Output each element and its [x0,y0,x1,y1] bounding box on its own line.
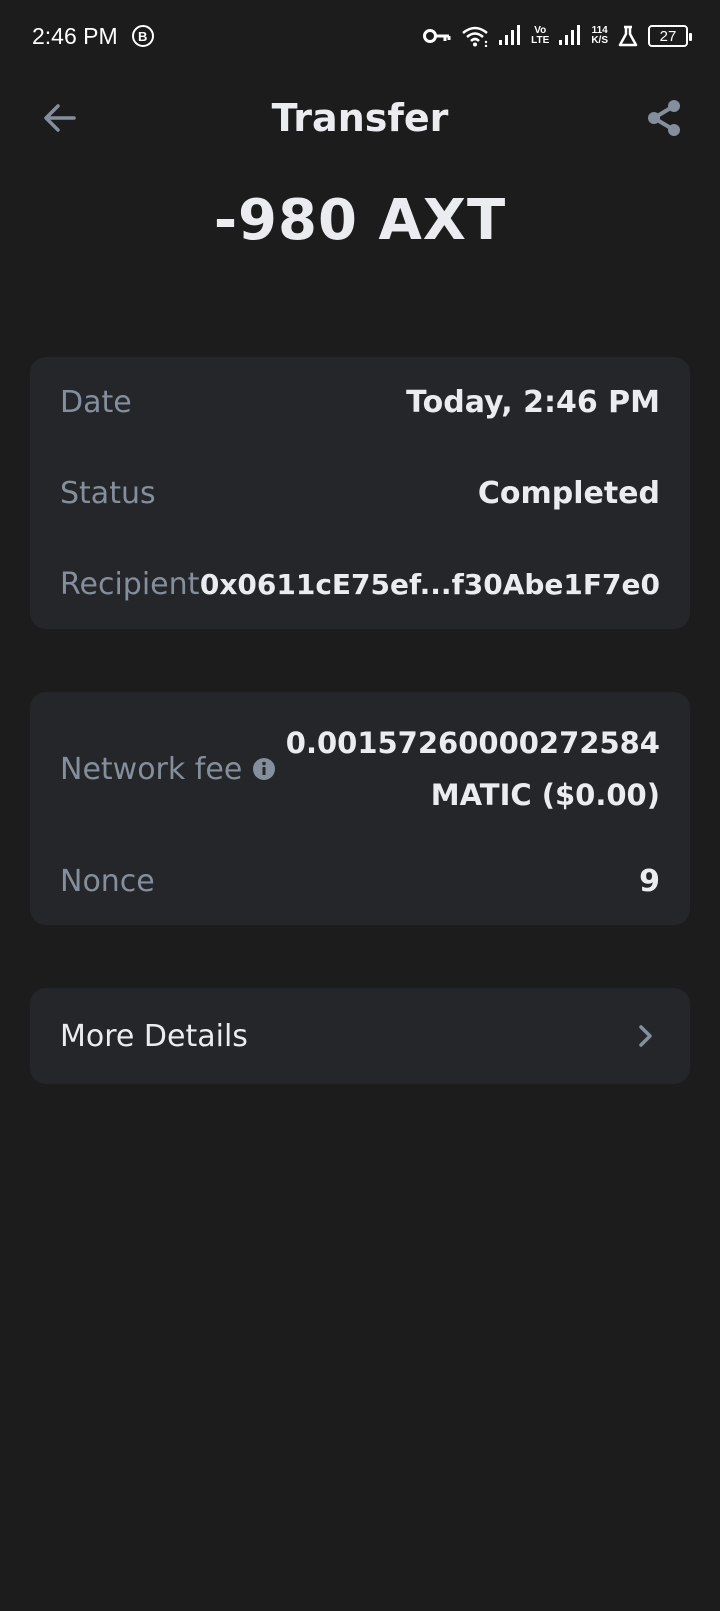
network-fee-amount: 0.00157260000272584 [285,726,660,760]
network-fee-row: Network fee 0.00157260000272584 MATIC ($… [60,692,660,838]
network-speed: 114 K/S [591,26,608,46]
arrow-left-icon [44,104,76,132]
b-notification-icon: B [131,25,154,47]
status-value: Completed [477,476,660,511]
share-button[interactable] [640,94,688,142]
signal-icon-1 [499,25,521,47]
network-fee-currency: MATIC ($0.00) [430,778,660,812]
speed-unit: K/S [591,35,608,46]
nonce-label: Nonce [60,864,155,899]
info-icon[interactable] [252,757,276,781]
date-label: Date [60,385,132,420]
share-icon [648,100,680,136]
fees-card: Network fee 0.00157260000272584 MATIC ($… [30,692,690,925]
network-fee-value: 0.00157260000272584 MATIC ($0.00) [286,717,660,821]
network-fee-label: Network fee [60,751,243,787]
signal-icon-2 [559,25,581,47]
back-button[interactable] [36,94,84,142]
lab-flask-icon [618,25,638,47]
status-time: 2:46 PM [32,22,118,49]
recipient-row: Recipient 0x0611cE75ef...f30Abe1F7e0 [60,539,660,630]
header: Transfer [0,78,720,158]
recipient-address[interactable]: 0x0611cE75ef...f30Abe1F7e0 [200,568,660,601]
vpn-key-icon [423,27,451,45]
more-details-label: More Details [60,1018,248,1054]
page-title: Transfer [271,96,449,140]
details-card: Date Today, 2:46 PM Status Completed Rec… [30,357,690,629]
status-bar-left: 2:46 PM B [32,23,154,50]
transfer-amount: -980 AXT [213,188,507,253]
volte-bottom: LTE [531,35,550,46]
network-fee-label-group: Network fee [60,752,276,787]
status-row: Status Completed [60,448,660,539]
date-value: Today, 2:46 PM [406,385,660,420]
wifi-icon [461,25,489,47]
nonce-value: 9 [639,864,660,899]
recipient-label: Recipient [60,567,200,602]
chevron-right-icon [639,1025,652,1047]
date-row: Date Today, 2:46 PM [60,357,660,448]
nonce-row: Nonce 9 [60,838,660,925]
status-label: Status [60,476,156,511]
more-details-button[interactable]: More Details [30,988,690,1084]
status-bar-right: Vo LTE 114 K/S 27 [423,25,692,47]
battery-icon: 27 [648,25,692,47]
status-bar: 2:46 PM B Vo LTE 114 K/S 27 [0,0,720,72]
volte-indicator: Vo LTE [531,26,549,46]
